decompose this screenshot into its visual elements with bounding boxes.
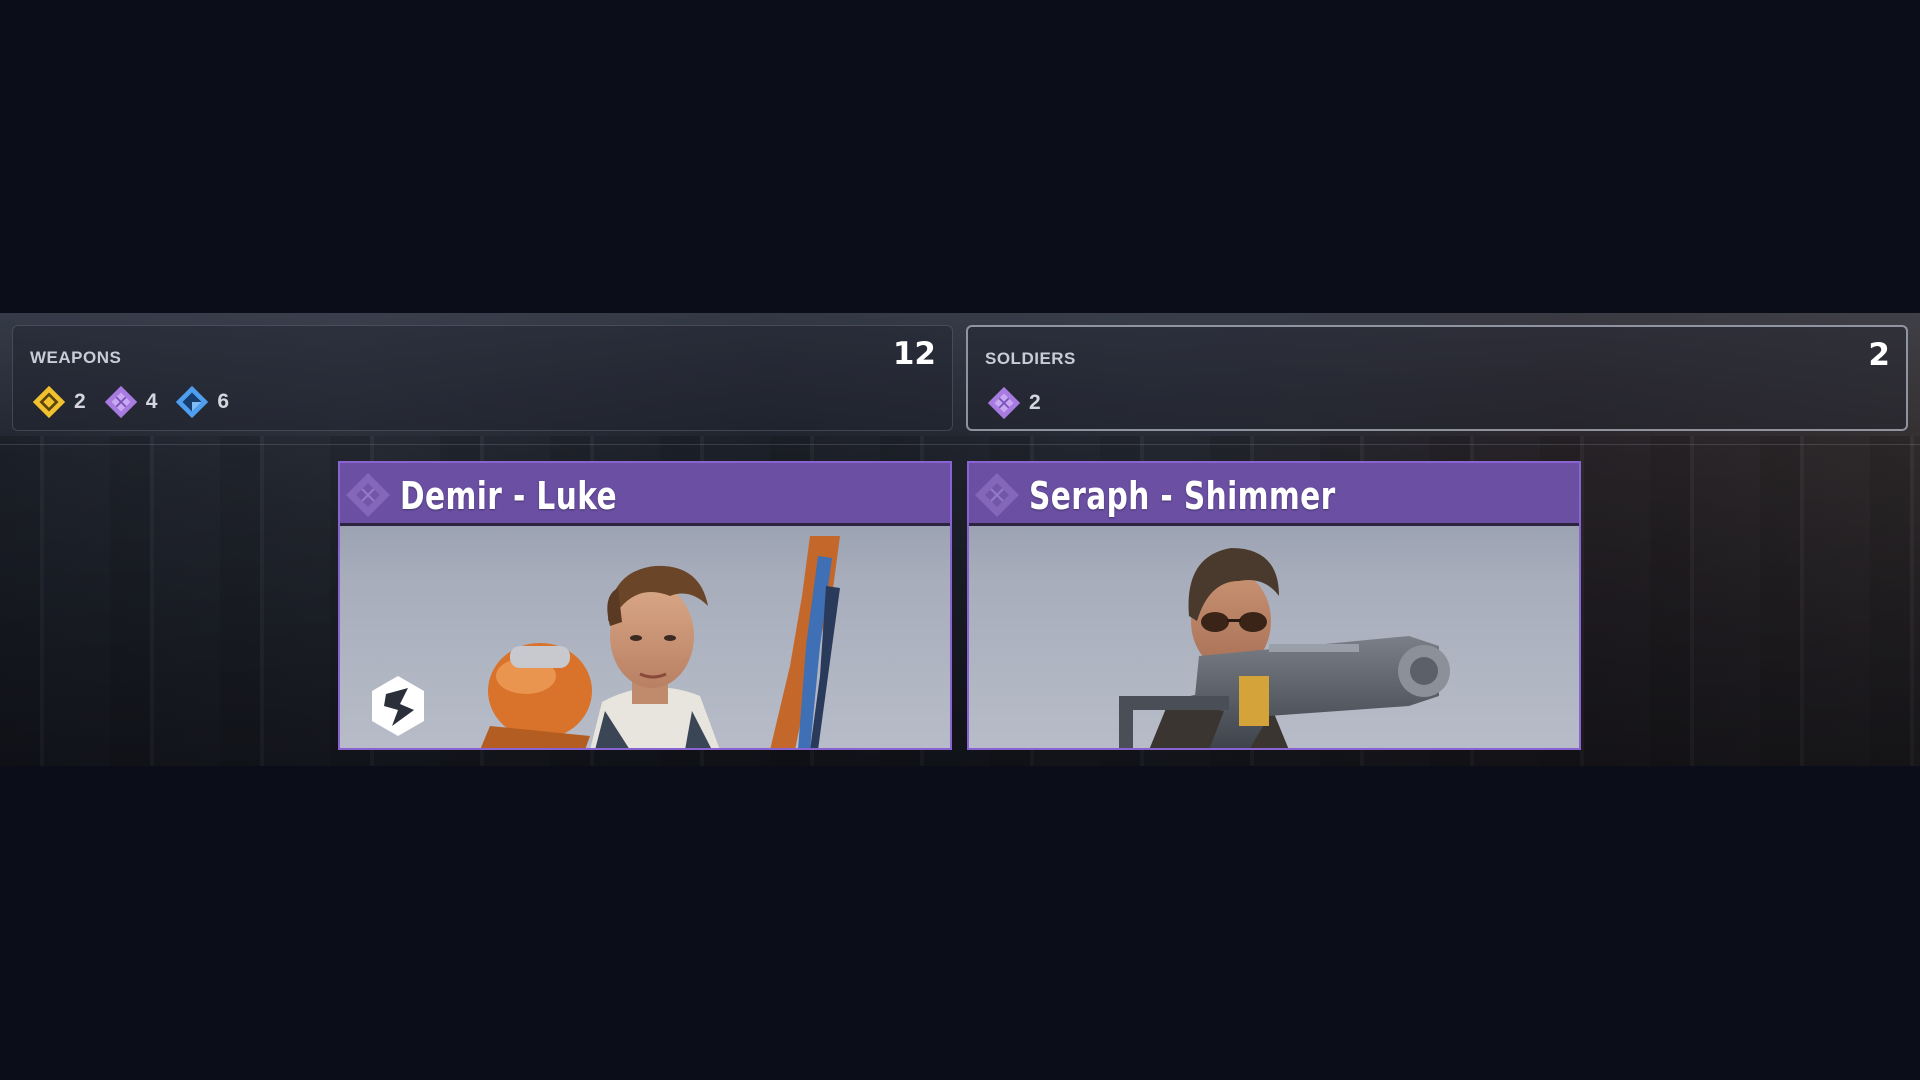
soldiers-rarity-row: 2 xyxy=(985,384,1057,422)
weapons-rarity-row: 2 4 6 xyxy=(30,383,245,421)
card-title: Demir - Luke xyxy=(400,474,617,518)
soldier-card-demir-luke[interactable]: Demir - Luke xyxy=(338,461,952,750)
soldiers-rarity-purple: 2 xyxy=(985,384,1041,422)
soldier-portrait xyxy=(340,526,950,748)
weapons-total: 12 xyxy=(892,336,936,372)
weapons-rarity-gold: 2 xyxy=(30,383,86,421)
weapons-rarity-purple: 4 xyxy=(102,383,158,421)
card-header: Demir - Luke xyxy=(340,463,950,526)
weapons-blue-count: 6 xyxy=(217,390,230,413)
weapons-purple-count: 4 xyxy=(145,390,158,413)
soldiers-purple-count: 2 xyxy=(1029,391,1041,414)
rarity-diamond-icon xyxy=(346,473,390,517)
weapons-rarity-blue: 6 xyxy=(173,383,229,421)
weapons-gold-count: 2 xyxy=(74,390,86,413)
purple-diamond-icon xyxy=(987,386,1021,420)
blue-diamond-icon xyxy=(176,385,209,419)
gold-diamond-icon xyxy=(32,385,66,419)
soldier-card-seraph-shimmer[interactable]: Seraph - Shimmer xyxy=(967,461,1581,750)
faction-logo-icon xyxy=(372,676,424,736)
weapons-label: WEAPONS xyxy=(30,348,122,367)
soldiers-total: 2 xyxy=(1868,337,1890,373)
soldiers-summary-card[interactable]: SOLDIERS 2 2 xyxy=(966,325,1908,431)
rarity-diamond-icon xyxy=(975,473,1019,517)
section-divider xyxy=(0,444,1920,445)
purple-diamond-icon xyxy=(104,385,137,419)
card-title: Seraph - Shimmer xyxy=(1029,474,1336,518)
soldiers-label: SOLDIERS xyxy=(985,349,1076,368)
card-header: Seraph - Shimmer xyxy=(969,463,1579,526)
soldier-portrait xyxy=(969,526,1579,748)
weapons-summary-card[interactable]: WEAPONS 12 2 4 6 xyxy=(12,325,953,431)
